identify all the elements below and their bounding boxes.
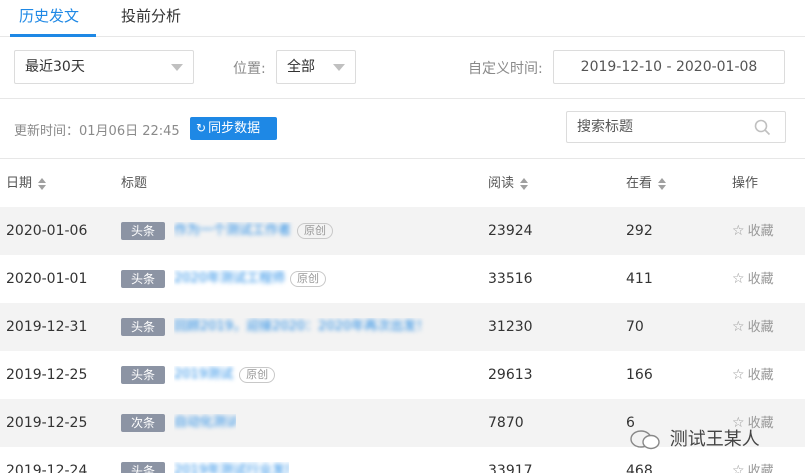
star-icon: ☆ — [732, 463, 745, 473]
sort-icon[interactable] — [520, 177, 529, 190]
period-select[interactable]: 最近30天 — [14, 50, 194, 84]
position-tag: 头条 — [121, 318, 165, 336]
table-row: 2020-01-06 头条 作为一个测试工作者 原创 23924 292 ☆ 收藏 — [0, 207, 805, 255]
sort-icon[interactable] — [658, 177, 667, 190]
star-icon: ☆ — [732, 223, 745, 239]
position-select-value: 全部 — [287, 59, 315, 75]
article-title-link[interactable]: 作为一个测试工作者 原创 — [174, 222, 334, 241]
row-watching: 70 — [626, 319, 644, 335]
favorite-button[interactable]: ☆ 收藏 — [732, 366, 774, 385]
row-watching: 292 — [626, 223, 653, 239]
search-icon[interactable] — [754, 119, 771, 136]
row-date: 2019-12-24 — [6, 463, 88, 473]
position-tag: 头条 — [121, 462, 165, 473]
row-watching: 411 — [626, 271, 653, 287]
row-watching: 166 — [626, 367, 653, 383]
favorite-label: 收藏 — [747, 368, 774, 383]
position-select[interactable]: 全部 — [276, 50, 356, 84]
article-title-link[interactable]: 回顾2019，迎接2020：2020年再次出发！ — [174, 318, 429, 337]
row-reads: 33516 — [488, 271, 533, 287]
row-reads: 33917 — [488, 463, 533, 473]
chevron-down-icon — [171, 64, 183, 71]
article-title[interactable]: 自动化测试面试题分析 — [174, 414, 236, 432]
column-watching[interactable]: 在看 — [626, 176, 667, 192]
position-tag: 头条 — [121, 222, 165, 240]
table-header: 日期 标题 阅读 在看 操作 — [0, 160, 805, 207]
sync-data-button[interactable]: ↻ 同步数据 — [190, 117, 277, 140]
row-date: 2020-01-01 — [6, 271, 88, 287]
original-badge: 原创 — [297, 223, 334, 239]
star-icon: ☆ — [732, 271, 745, 287]
position-tag: 头条 — [121, 366, 165, 384]
row-reads: 29613 — [488, 367, 533, 383]
search-box[interactable] — [566, 111, 786, 143]
row-date: 2019-12-25 — [6, 367, 88, 383]
star-icon: ☆ — [732, 367, 745, 383]
article-title-link[interactable]: 自动化测试面试题分析 — [174, 414, 236, 433]
row-reads: 31230 — [488, 319, 533, 335]
favorite-button[interactable]: ☆ 收藏 — [732, 270, 774, 289]
article-title-link[interactable]: 2019测试 原创 — [174, 366, 276, 385]
position-tag: 头条 — [121, 270, 165, 288]
watermark-text: 测试王某人 — [669, 429, 760, 450]
article-title[interactable]: 回顾2019，迎接2020：2020年再次出发！ — [174, 318, 429, 336]
row-date: 2019-12-31 — [6, 319, 88, 335]
article-title[interactable]: 2019年测试行业发展 — [174, 462, 289, 473]
favorite-label: 收藏 — [747, 224, 774, 239]
table-row: 2019-12-31 头条 回顾2019，迎接2020：2020年再次出发！ 3123… — [0, 303, 805, 351]
row-date: 2019-12-25 — [6, 415, 88, 431]
column-date[interactable]: 日期 — [6, 176, 47, 192]
wechat-icon — [630, 430, 660, 450]
column-title: 标题 — [121, 176, 148, 191]
row-reads: 7870 — [488, 415, 524, 431]
row-watching: 468 — [626, 463, 653, 473]
table-row: 2020-01-01 头条 2020年测试工程师 原创 33516 411 ☆ 收藏 — [0, 255, 805, 303]
original-badge: 原创 — [239, 367, 276, 383]
watermark: 测试王某人 — [628, 425, 760, 451]
tab-history-posts[interactable]: 历史发文 — [19, 6, 79, 26]
column-actions: 操作 — [732, 176, 759, 191]
row-reads: 23924 — [488, 223, 533, 239]
article-title-link[interactable]: 2020年测试工程师 原创 — [174, 270, 326, 289]
article-title[interactable]: 作为一个测试工作者 — [174, 222, 291, 240]
article-title[interactable]: 2020年测试工程师 — [174, 270, 284, 288]
favorite-label: 收藏 — [747, 320, 774, 335]
sync-data-label: 同步数据 — [208, 121, 261, 136]
tab-bar: 历史发文 投前分析 — [0, 0, 805, 37]
column-reads[interactable]: 阅读 — [488, 176, 529, 192]
article-title[interactable]: 2019测试 — [174, 366, 233, 384]
custom-time-label: 自定义时间: — [468, 61, 543, 77]
date-range-picker[interactable]: 2019-12-10 - 2020-01-08 — [553, 50, 785, 84]
chevron-down-icon — [333, 64, 345, 71]
original-badge: 原创 — [290, 271, 326, 287]
favorite-button[interactable]: ☆ 收藏 — [732, 462, 774, 473]
refresh-icon: ↻ — [196, 121, 207, 135]
update-bar: 更新时间：01月06日 22:45 ↻ 同步数据 — [0, 99, 805, 159]
favorite-label: 收藏 — [747, 272, 774, 287]
table-row: 2019-12-25 头条 2019测试 原创 29613 166 ☆ 收藏 — [0, 351, 805, 399]
period-select-value: 最近30天 — [25, 59, 85, 75]
tab-pre-analysis[interactable]: 投前分析 — [121, 6, 181, 26]
favorite-button[interactable]: ☆ 收藏 — [732, 222, 774, 241]
row-date: 2020-01-06 — [6, 223, 88, 239]
star-icon: ☆ — [732, 319, 745, 335]
filter-bar: 最近30天 位置: 全部 自定义时间: 2019-12-10 - 2020-01… — [0, 37, 805, 99]
update-time: 更新时间：01月06日 22:45 — [14, 124, 180, 139]
article-title-link[interactable]: 2019年测试行业发展 — [174, 462, 289, 473]
position-tag: 次条 — [121, 414, 165, 432]
favorite-label: 收藏 — [747, 464, 774, 473]
search-input[interactable] — [577, 118, 747, 136]
sort-icon[interactable] — [38, 177, 47, 190]
position-label: 位置: — [233, 61, 266, 77]
favorite-button[interactable]: ☆ 收藏 — [732, 318, 774, 337]
